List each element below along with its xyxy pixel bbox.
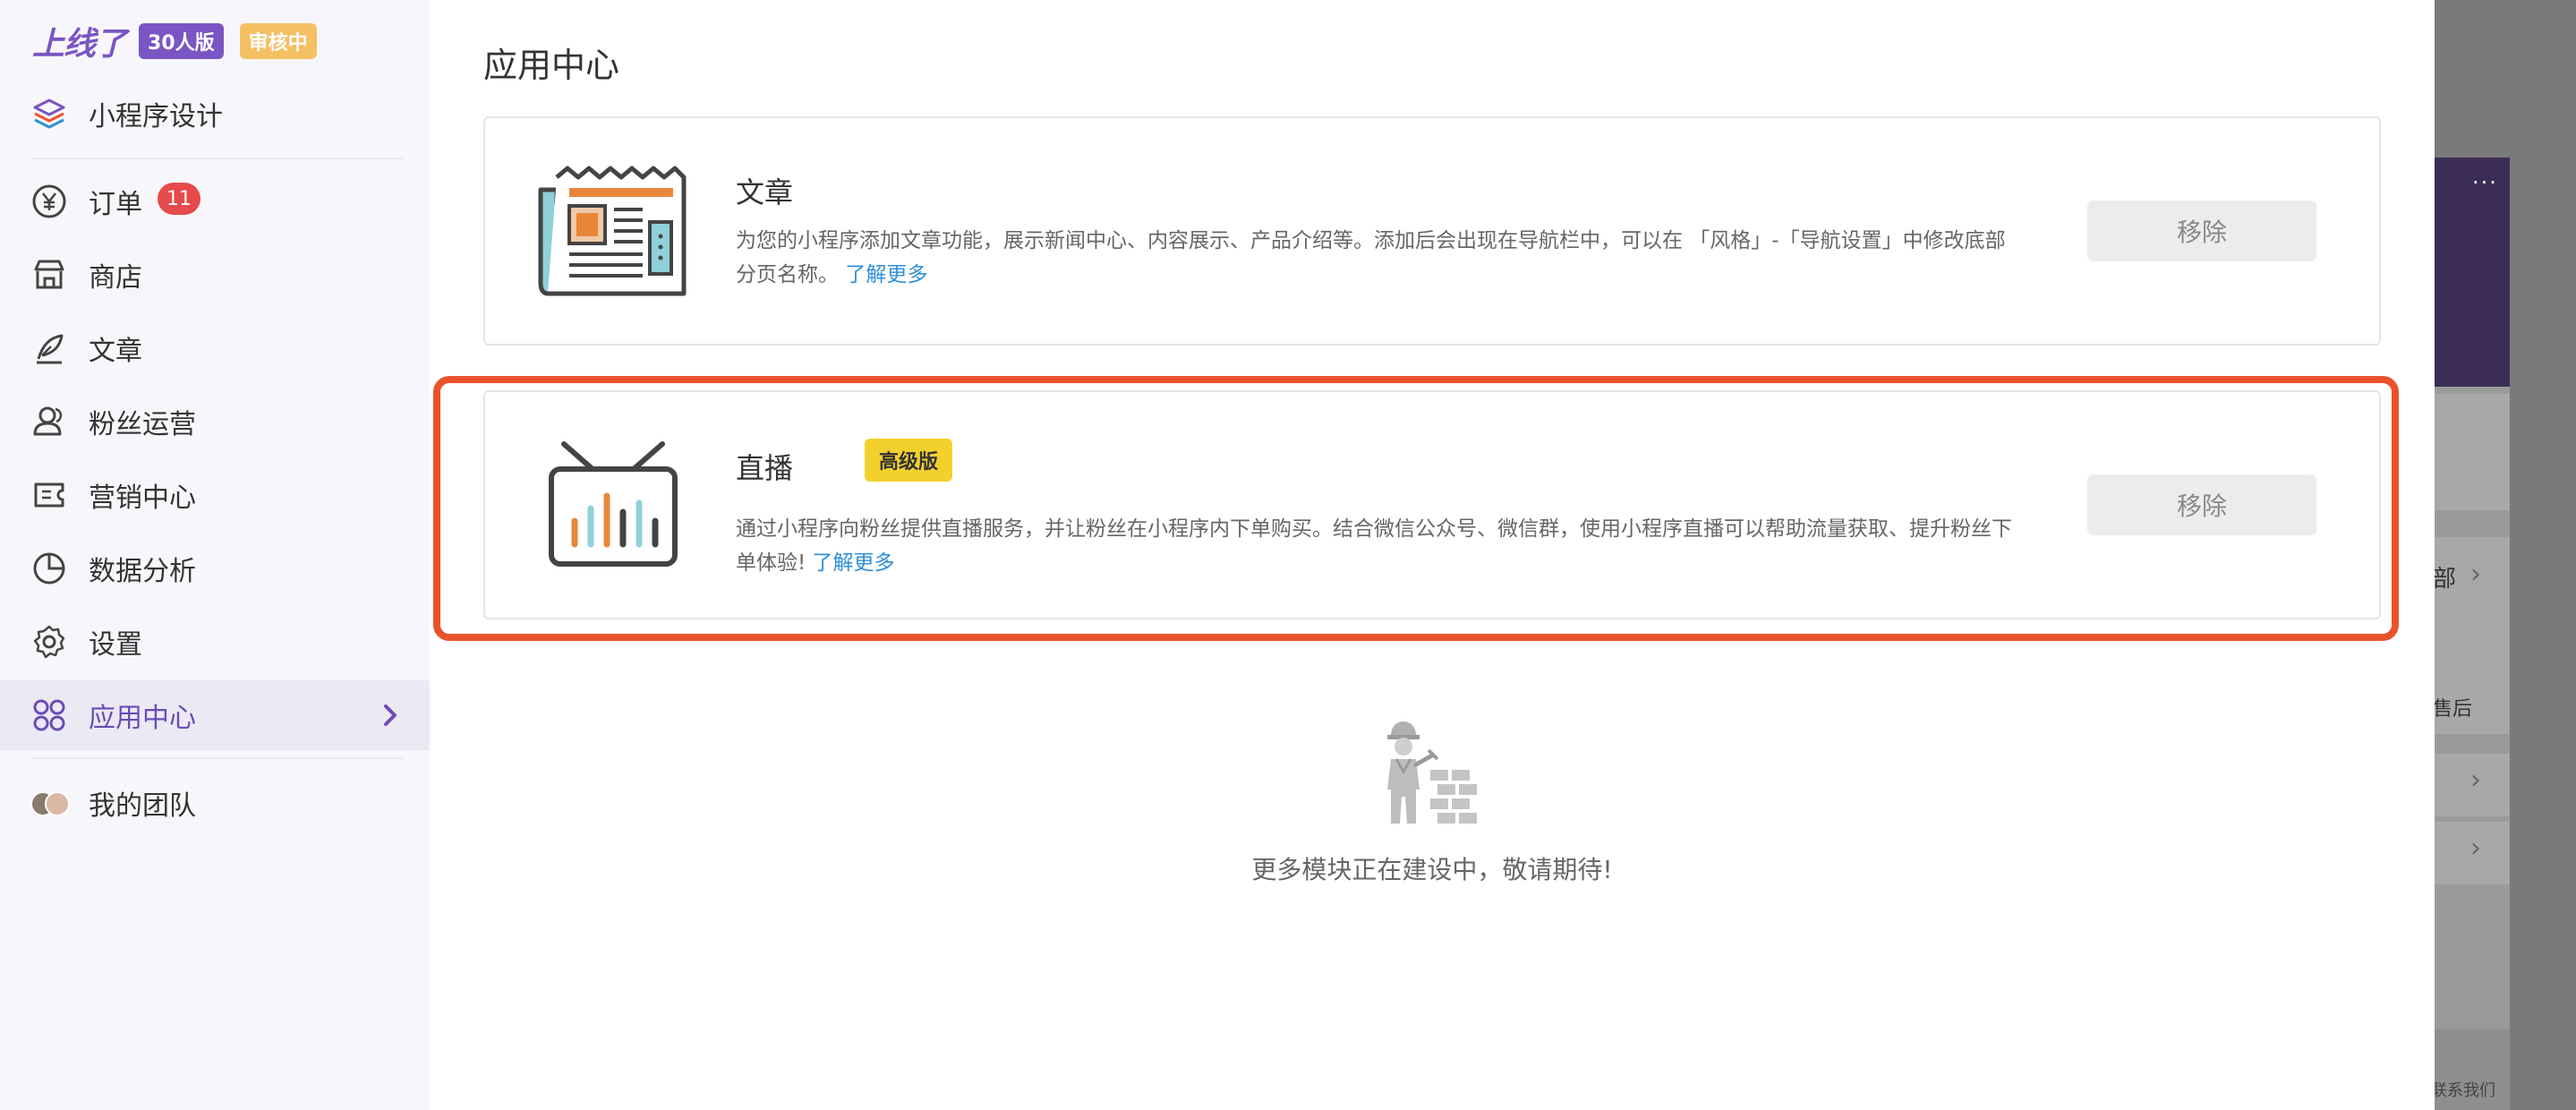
- preview-after-sale-label: 售后: [2435, 698, 2473, 721]
- background-overlay: ··· 部 › 售后 › › 联系我们: [2435, 0, 2576, 1110]
- sidebar-item-label: 应用中心: [89, 703, 196, 734]
- order-count-badge: 11: [158, 183, 200, 215]
- sidebar-item-label: 我的团队: [89, 790, 196, 822]
- empty-state-text: 更多模块正在建设中，敬请期待!: [1251, 855, 1613, 884]
- ticket-icon: [30, 476, 68, 514]
- highlight-annotation: [433, 376, 2399, 641]
- sidebar: 上线了 30人版 审核中 小程序设计 订单 11 商店 文章 粉丝运营 营销中心…: [0, 0, 430, 1110]
- divider: [32, 757, 403, 759]
- layers-icon: [30, 95, 68, 132]
- sidebar-item-app-center[interactable]: 应用中心: [0, 680, 430, 750]
- sidebar-item-fan-operations[interactable]: 粉丝运营: [0, 387, 430, 457]
- app-description: 为您的小程序添加文章功能，展示新闻中心、内容展示、产品介绍等。添加后会出现在导航…: [736, 224, 2025, 292]
- brand-logo[interactable]: 上线了: [32, 18, 127, 64]
- sidebar-item-label: 商店: [89, 262, 142, 294]
- sidebar-item-articles[interactable]: 文章: [0, 313, 430, 383]
- users-icon: [30, 403, 68, 440]
- sidebar-item-my-team[interactable]: 我的团队: [0, 768, 430, 838]
- sidebar-item-store[interactable]: 商店: [0, 240, 430, 310]
- phone-preview-card: [2435, 394, 2510, 510]
- remove-button[interactable]: 移除: [2087, 201, 2316, 261]
- sidebar-item-marketing-center[interactable]: 营销中心: [0, 460, 430, 530]
- chevron-right-icon: ›: [2470, 764, 2481, 796]
- gear-icon: [30, 623, 68, 661]
- preview-contact-label: 联系我们: [2435, 1081, 2495, 1100]
- divider: [32, 158, 403, 159]
- sidebar-item-label: 订单: [89, 189, 142, 220]
- newspaper-icon: [537, 165, 689, 299]
- preview-all-label: 部: [2435, 566, 2457, 593]
- page-title: 应用中心: [483, 46, 620, 85]
- sidebar-item-orders[interactable]: 订单 11: [0, 166, 430, 236]
- learn-more-link[interactable]: 了解更多: [845, 263, 927, 286]
- chevron-right-icon: [378, 703, 403, 728]
- more-icon: ···: [2472, 170, 2498, 195]
- store-icon: [30, 256, 68, 294]
- apps-grid-icon: [30, 696, 68, 734]
- construction-worker-icon: [1380, 716, 1493, 829]
- team-avatars: [30, 788, 72, 818]
- brand: 上线了 30人版 审核中: [32, 18, 317, 64]
- sidebar-item-label: 设置: [89, 629, 142, 661]
- sidebar-item-label: 粉丝运营: [89, 409, 196, 440]
- app-title: 文章: [736, 175, 794, 209]
- avatar: [45, 791, 70, 816]
- review-status-badge: 审核中: [239, 23, 317, 59]
- yen-circle-icon: [30, 183, 68, 220]
- sidebar-item-label: 数据分析: [89, 556, 196, 587]
- sidebar-item-label: 文章: [89, 336, 142, 367]
- sidebar-item-data-analysis[interactable]: 数据分析: [0, 534, 430, 603]
- feather-pen-icon: [30, 329, 68, 367]
- sidebar-item-label: 营销中心: [89, 482, 196, 514]
- sidebar-item-miniprogram-design[interactable]: 小程序设计: [0, 79, 430, 149]
- app-card-articles: 文章 为您的小程序添加文章功能，展示新闻中心、内容展示、产品介绍等。添加后会出现…: [483, 116, 2381, 346]
- chevron-right-icon: ›: [2470, 832, 2481, 864]
- sidebar-item-label: 小程序设计: [89, 101, 223, 132]
- chevron-right-icon: ›: [2470, 559, 2481, 590]
- version-badge: 30人版: [139, 23, 224, 59]
- sidebar-item-settings[interactable]: 设置: [0, 607, 430, 677]
- pie-chart-icon: [30, 550, 68, 587]
